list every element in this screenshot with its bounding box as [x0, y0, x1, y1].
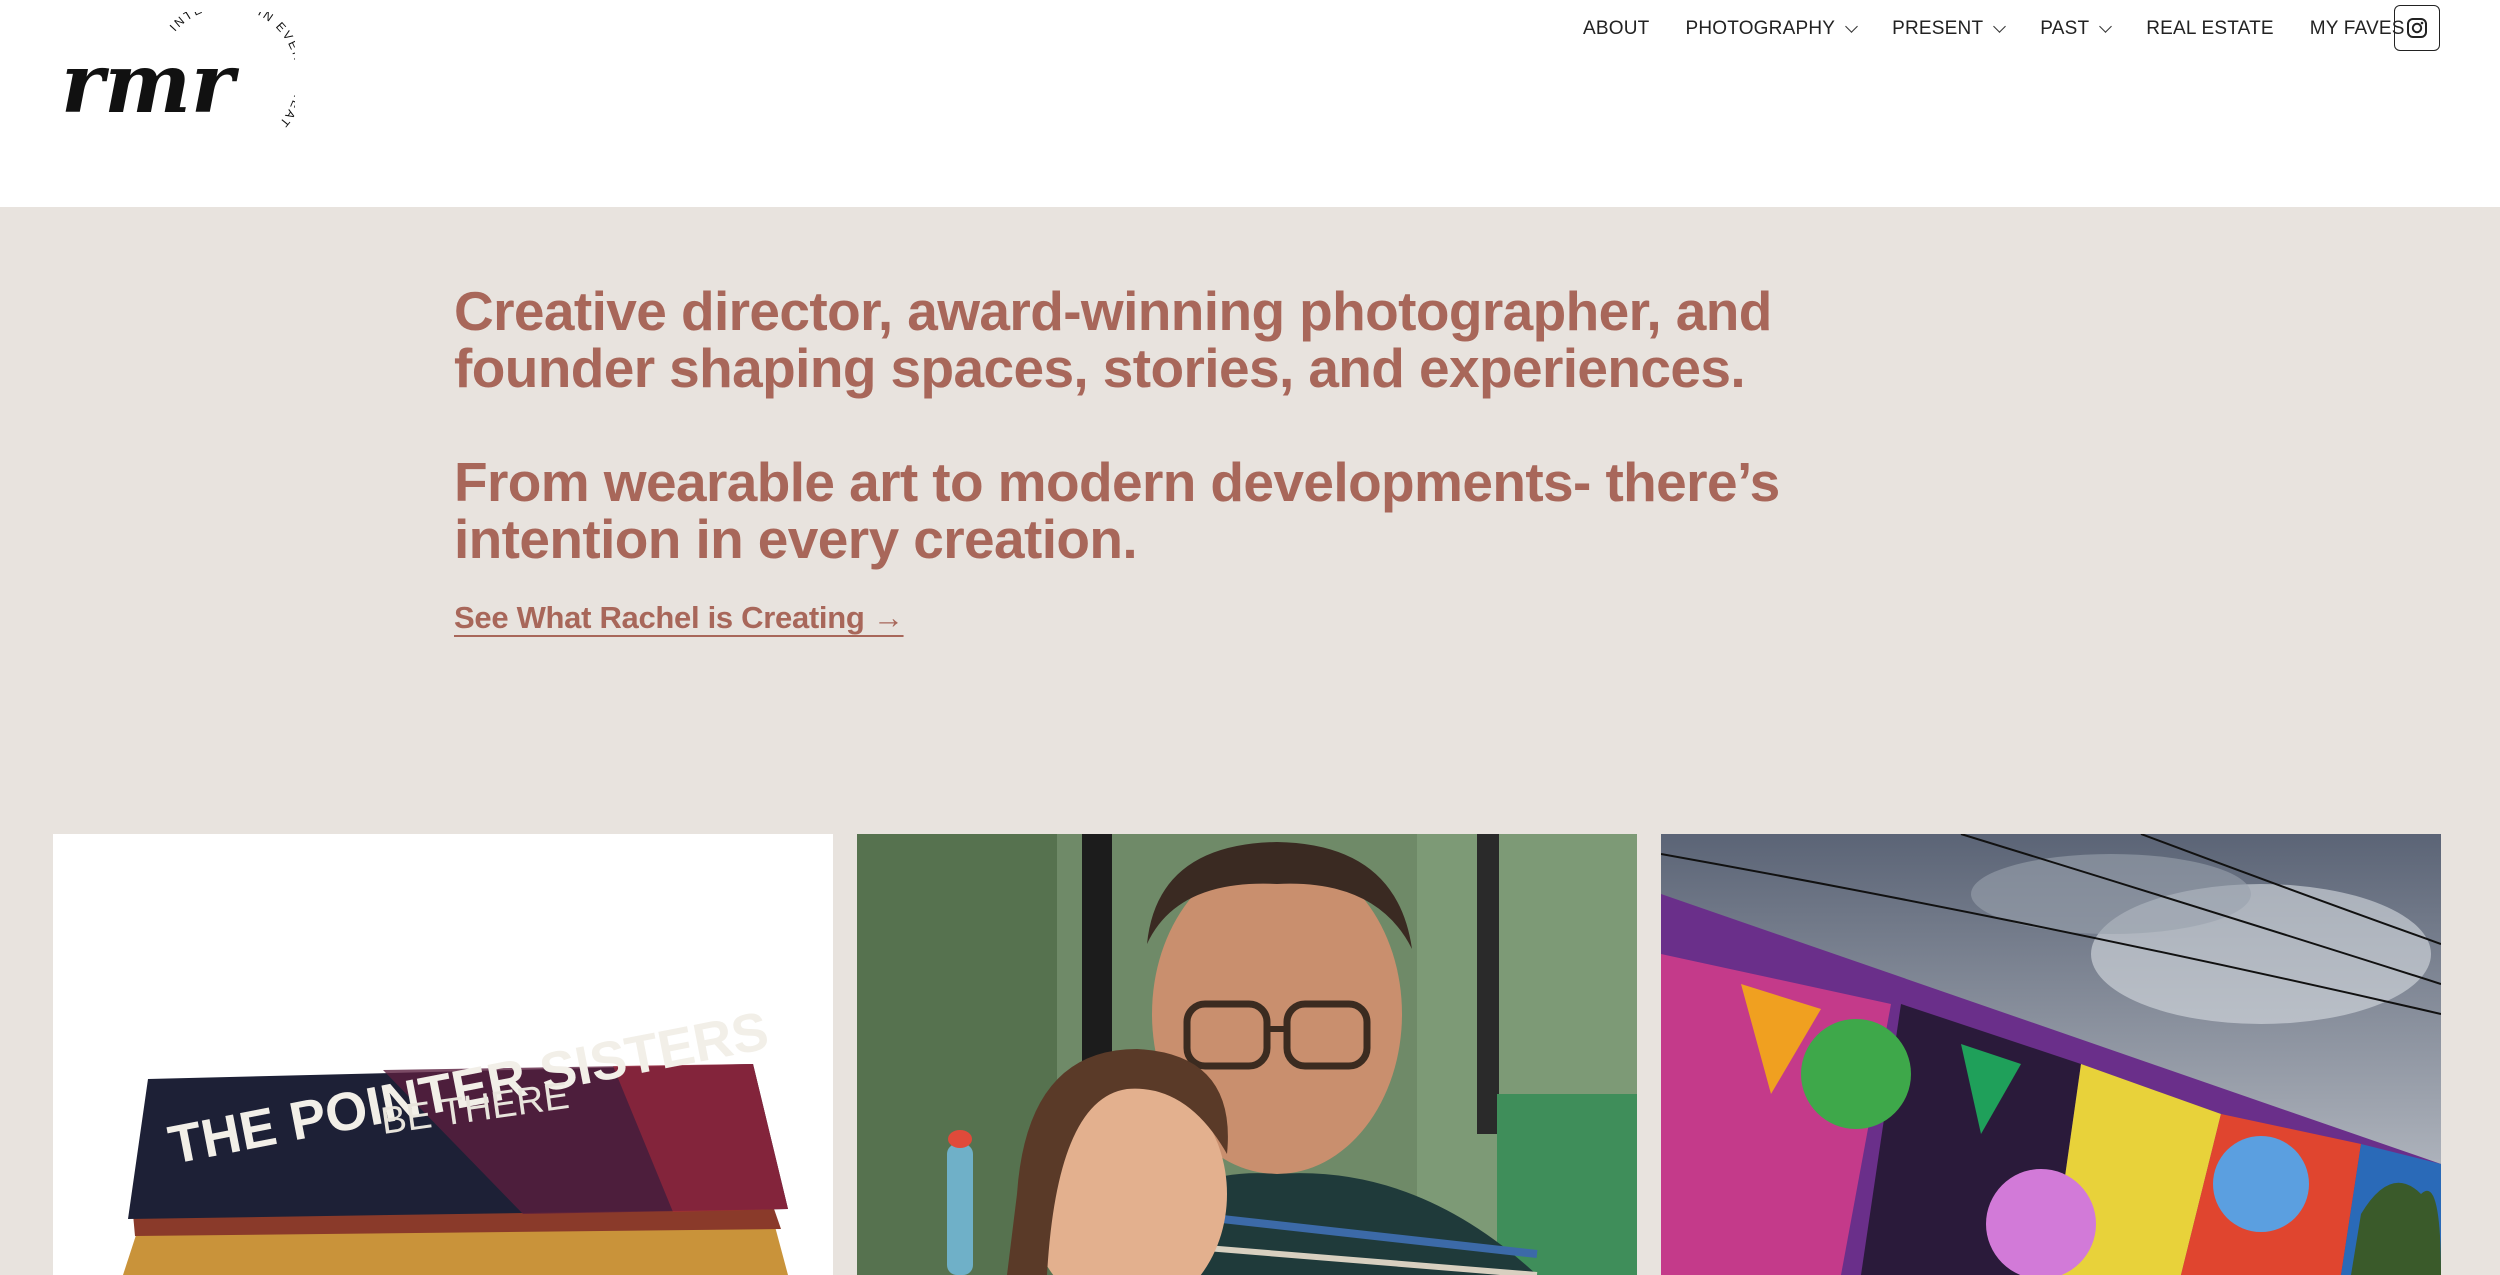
nav-item-real-estate[interactable]: REAL ESTATE [2146, 18, 2274, 40]
nav-item-my-faves[interactable]: MY FAVES [2310, 18, 2405, 40]
see-creating-link[interactable]: See What Rachel is Creating → [454, 600, 904, 636]
gallery-image-family-photo[interactable] [857, 834, 1637, 1275]
gallery-image-record-stack[interactable]: THE POINTER SISTERS BE THERE [53, 834, 833, 1275]
record-stack-illustration: THE POINTER SISTERS BE THERE [53, 834, 833, 1275]
nav-item-present[interactable]: PRESENT [1892, 18, 2007, 40]
family-photo-illustration [857, 834, 1637, 1275]
instagram-icon [2407, 18, 2427, 38]
hero-paragraph-1: Creative director, award-winning photogr… [454, 280, 1772, 399]
logo-wordmark: rmr [61, 36, 240, 132]
main-nav: ABOUT PHOTOGRAPHY PRESENT PAST REAL ESTA… [1583, 16, 2405, 42]
chevron-down-icon [2099, 19, 2113, 33]
photo-gallery: THE POINTER SISTERS BE THERE [53, 834, 2441, 1275]
nav-item-past[interactable]: PAST [2040, 18, 2113, 40]
nav-item-about[interactable]: ABOUT [1583, 18, 1649, 40]
nav-item-label: PAST [2040, 18, 2090, 39]
site-logo[interactable]: INTENTION IN EVERY CREATION rmr [49, 0, 305, 132]
nav-item-label: REAL ESTATE [2146, 18, 2274, 39]
gallery-image-street-mural[interactable] [1661, 834, 2441, 1275]
hero-section: Creative director, award-winning photogr… [0, 207, 2500, 1275]
nav-item-label: MY FAVES [2309, 18, 2405, 39]
chevron-down-icon [1845, 19, 1858, 33]
chevron-down-icon [1993, 19, 2007, 33]
site-header: INTENTION IN EVERY CREATION rmr ABOUT PH… [0, 0, 2500, 207]
hero-paragraph-2: From wearable art to modern developments… [454, 451, 1780, 570]
hero-intro: Creative director, award-winning photogr… [454, 283, 1974, 568]
street-mural-illustration [1661, 834, 2441, 1275]
logo-mark: INTENTION IN EVERY CREATION rmr [49, 0, 305, 132]
nav-item-photography[interactable]: PHOTOGRAPHY [1685, 18, 1858, 40]
nav-item-label: ABOUT [1583, 18, 1650, 39]
nav-item-label: PHOTOGRAPHY [1685, 18, 1836, 39]
nav-item-label: PRESENT [1892, 18, 1984, 39]
instagram-button[interactable] [2394, 5, 2440, 51]
